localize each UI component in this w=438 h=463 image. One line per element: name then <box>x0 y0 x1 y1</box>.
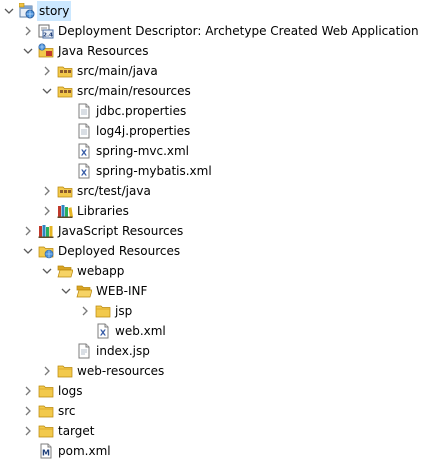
tree-item[interactable]: src/test/java <box>0 181 438 201</box>
chevron-down-icon[interactable] <box>3 5 15 17</box>
folder-icon <box>38 423 54 439</box>
tree-item-label[interactable]: src/main/java <box>75 61 160 81</box>
deployed-resources-icon <box>38 243 54 259</box>
tree-item-label[interactable]: spring-mvc.xml <box>94 141 191 161</box>
svg-text:X: X <box>100 329 107 338</box>
folder-open-icon <box>57 263 73 279</box>
chevron-right-icon[interactable] <box>22 25 34 37</box>
tree-item[interactable]: Xspring-mvc.xml <box>0 141 438 161</box>
tree-item[interactable]: jsp <box>0 301 438 321</box>
source-folder-icon <box>57 83 73 99</box>
tree-item[interactable]: WEB-INF <box>0 281 438 301</box>
chevron-right-icon[interactable] <box>41 185 53 197</box>
svg-text:2.4: 2.4 <box>43 33 53 39</box>
chevron-right-icon[interactable] <box>22 225 34 237</box>
tree-item-label[interactable]: src/test/java <box>75 181 153 201</box>
tree-item-label[interactable]: logs <box>56 381 85 401</box>
tree-item[interactable]: JavaScript Resources <box>0 221 438 241</box>
tree-item[interactable]: web-resources <box>0 361 438 381</box>
chevron-down-icon[interactable] <box>41 265 53 277</box>
chevron-down-icon[interactable] <box>60 285 72 297</box>
tree-item-label[interactable]: story <box>37 1 72 21</box>
properties-file-icon <box>76 123 92 139</box>
tree-item-label[interactable]: target <box>56 421 97 441</box>
tree-item-label[interactable]: jdbc.properties <box>94 101 188 121</box>
svg-text:X: X <box>81 149 88 158</box>
tree-item[interactable]: src <box>0 401 438 421</box>
tree-item[interactable]: src/main/java <box>0 61 438 81</box>
svg-text:M: M <box>42 449 50 458</box>
chevron-down-icon[interactable] <box>41 85 53 97</box>
tree-item[interactable]: webapp <box>0 261 438 281</box>
tree-item[interactable]: jdbc.properties <box>0 101 438 121</box>
tree-item-label[interactable]: index.jsp <box>94 341 152 361</box>
xml-file-icon: X <box>95 323 111 339</box>
xml-file-icon: X <box>76 143 92 159</box>
deployment-descriptor-icon: 2.4 <box>38 23 54 39</box>
java-resources-icon <box>38 43 54 59</box>
tree-item-label[interactable]: src <box>56 401 78 421</box>
chevron-right-icon[interactable] <box>41 365 53 377</box>
tree-item[interactable]: logs <box>0 381 438 401</box>
folder-open-icon <box>76 283 92 299</box>
tree-item[interactable]: Deployed Resources <box>0 241 438 261</box>
tree-item-label[interactable]: jsp <box>113 301 134 321</box>
source-folder-icon <box>57 183 73 199</box>
tree-item-label[interactable]: JavaScript Resources <box>56 221 185 241</box>
tree-item[interactable]: index.jsp <box>0 341 438 361</box>
chevron-down-icon[interactable] <box>22 245 34 257</box>
tree-item[interactable]: story <box>0 1 438 21</box>
javascript-resources-icon <box>38 223 54 239</box>
tree-item-label[interactable]: web.xml <box>113 321 168 341</box>
tree-item-label[interactable]: log4j.properties <box>94 121 192 141</box>
web-project-icon <box>19 3 35 19</box>
tree-item[interactable]: Java Resources <box>0 41 438 61</box>
folder-icon <box>38 383 54 399</box>
tree-item-label[interactable]: Deployment Descriptor: Archetype Created… <box>56 21 421 41</box>
tree-item[interactable]: src/main/resources <box>0 81 438 101</box>
tree-item[interactable]: target <box>0 421 438 441</box>
tree-item-label[interactable]: src/main/resources <box>75 81 193 101</box>
tree-item-label[interactable]: WEB-INF <box>94 281 149 301</box>
tree-item[interactable]: Xspring-mybatis.xml <box>0 161 438 181</box>
libraries-icon <box>57 203 73 219</box>
tree-item[interactable]: Libraries <box>0 201 438 221</box>
tree-item-label[interactable]: webapp <box>75 261 126 281</box>
jsp-file-icon <box>76 343 92 359</box>
tree-item[interactable]: Xweb.xml <box>0 321 438 341</box>
tree-item-label[interactable]: Deployed Resources <box>56 241 182 261</box>
chevron-right-icon[interactable] <box>79 305 91 317</box>
folder-icon <box>95 303 111 319</box>
tree-item-label[interactable]: pom.xml <box>56 441 113 461</box>
properties-file-icon <box>76 103 92 119</box>
maven-pom-icon: M <box>38 443 54 459</box>
chevron-right-icon[interactable] <box>41 65 53 77</box>
svg-text:X: X <box>81 169 88 178</box>
folder-icon <box>57 363 73 379</box>
tree-item-label[interactable]: web-resources <box>75 361 166 381</box>
source-folder-icon <box>57 63 73 79</box>
chevron-down-icon[interactable] <box>22 45 34 57</box>
project-explorer-tree: story 2.4 Deployment Descriptor: Archetype… <box>0 1 438 461</box>
chevron-right-icon[interactable] <box>22 405 34 417</box>
tree-item-label[interactable]: Java Resources <box>56 41 150 61</box>
tree-item[interactable]: 2.4 Deployment Descriptor: Archetype Crea… <box>0 21 438 41</box>
xml-file-icon: X <box>76 163 92 179</box>
chevron-right-icon[interactable] <box>22 425 34 437</box>
chevron-right-icon[interactable] <box>41 205 53 217</box>
tree-item[interactable]: log4j.properties <box>0 121 438 141</box>
tree-item[interactable]: Mpom.xml <box>0 441 438 461</box>
folder-icon <box>38 403 54 419</box>
tree-item-label[interactable]: Libraries <box>75 201 131 221</box>
chevron-right-icon[interactable] <box>22 385 34 397</box>
tree-item-label[interactable]: spring-mybatis.xml <box>94 161 214 181</box>
